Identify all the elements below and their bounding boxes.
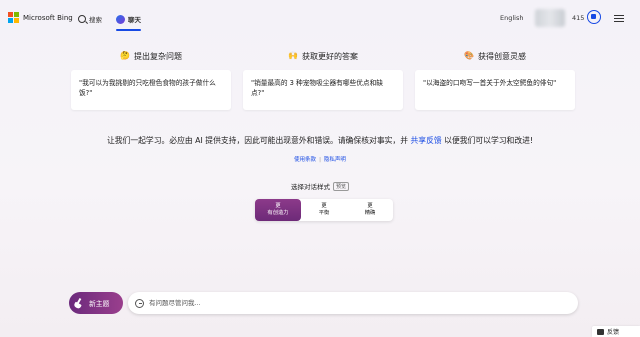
share-feedback-link[interactable]: 共享反馈 [411, 136, 442, 145]
column-heading-text: 获取更好的答案 [301, 51, 358, 61]
style-precise-button[interactable]: 更 精确 [347, 199, 393, 221]
style-line1: 更 [321, 203, 327, 209]
feedback-icon [597, 328, 604, 335]
style-balanced-button[interactable]: 更 平衡 [301, 199, 347, 221]
style-line2: 平衡 [318, 209, 330, 216]
tab-search-label: 搜索 [89, 16, 102, 24]
style-chooser-text: 选择对话样式 [290, 183, 330, 191]
style-line1: 更 [275, 203, 281, 209]
logo-text: Microsoft Bing [23, 13, 73, 22]
feedback-button[interactable]: 反馈 [592, 326, 640, 337]
chat-input[interactable] [149, 299, 549, 307]
legal-links: 使用条款 | 隐私声明 [0, 155, 640, 163]
notice-text-after: 以便我们可以学习和改进! [444, 136, 534, 145]
feature-column-creative: 🎨 获得创意灵感 "以海盗的口吻写一首关于外太空鳄鱼的俳句" [415, 50, 575, 110]
new-topic-label: 新主题 [89, 300, 110, 308]
style-line2: 精确 [364, 209, 376, 216]
menu-icon[interactable] [614, 15, 624, 22]
example-card[interactable]: "销量最高的 3 种宠物吸尘器有哪些优点和缺点?" [243, 70, 403, 110]
privacy-link[interactable]: 隐私声明 [324, 157, 346, 163]
new-topic-button[interactable]: 新主题 [69, 292, 123, 314]
search-icon [78, 15, 86, 23]
column-heading-text: 提出复杂问题 [133, 51, 182, 61]
divider: | [319, 157, 321, 163]
notice-text: 让我们一起学习。必应由 AI 提供支持，因此可能出现意外和错误。请确保核对事实，… [106, 136, 409, 145]
example-card[interactable]: "我可以为我挑剔的只吃橙色食物的孩子做什么饭?" [71, 70, 231, 110]
thinking-face-icon: 🤔 [120, 51, 130, 60]
raised-hands-icon: 🙌 [288, 51, 298, 60]
chat-bubble-icon [135, 298, 144, 308]
microsoft-logo-icon [8, 12, 19, 23]
preview-badge: 预览 [332, 182, 349, 191]
style-creative-button[interactable]: 更 有创造力 [255, 199, 301, 221]
tab-chat[interactable]: 聊天 [116, 12, 141, 31]
tab-chat-label: 聊天 [128, 16, 141, 24]
example-card[interactable]: "以海盗的口吻写一首关于外太空鳄鱼的俳句" [415, 70, 575, 110]
column-heading: 🙌 获取更好的答案 [243, 50, 403, 62]
ai-notice: 让我们一起学习。必应由 AI 提供支持，因此可能出现意外和错误。请确保核对事实，… [0, 135, 640, 146]
column-heading: 🎨 获得创意灵感 [415, 50, 575, 62]
style-chooser-label: 选择对话样式 预览 [0, 181, 640, 191]
terms-link[interactable]: 使用条款 [294, 157, 316, 163]
style-line1: 更 [367, 203, 373, 209]
rewards-points[interactable]: 415 [572, 14, 584, 22]
bing-logo[interactable]: Microsoft Bing [8, 12, 73, 23]
tab-search[interactable]: 搜索 [78, 12, 102, 26]
top-bar: Microsoft Bing 搜索 聊天 English 415 [0, 0, 640, 38]
chat-input-box[interactable] [128, 292, 578, 314]
feature-column-complex: 🤔 提出复杂问题 "我可以为我挑剔的只吃橙色食物的孩子做什么饭?" [71, 50, 231, 110]
feature-column-better-answers: 🙌 获取更好的答案 "销量最高的 3 种宠物吸尘器有哪些优点和缺点?" [243, 50, 403, 110]
palette-icon: 🎨 [464, 51, 474, 60]
rewards-icon[interactable] [587, 10, 601, 24]
language-selector[interactable]: English [500, 14, 523, 22]
feedback-label: 反馈 [607, 329, 620, 336]
column-heading: 🤔 提出复杂问题 [71, 50, 231, 62]
user-profile[interactable] [535, 9, 565, 27]
chat-icon [116, 14, 125, 24]
conversation-style-selector: 更 有创造力 更 平衡 更 精确 [255, 199, 393, 221]
broom-icon [74, 298, 85, 309]
column-heading-text: 获得创意灵感 [477, 51, 526, 61]
style-line2: 有创造力 [267, 209, 289, 216]
